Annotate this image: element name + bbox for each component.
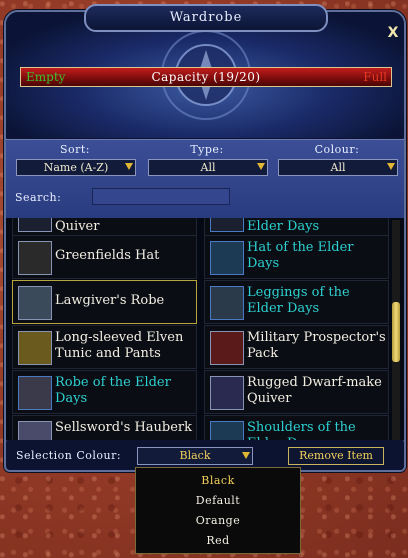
- item-name: Elder Days: [247, 219, 320, 234]
- type-label: Type:: [190, 143, 224, 156]
- item-name: Robe of the Elder Days: [55, 375, 171, 406]
- item-name: Long-sleeved Elven Tunic and Pants: [55, 330, 184, 361]
- bottom-bar: Selection Colour: Black Remove Item: [6, 442, 404, 470]
- search-label: Search:: [15, 191, 62, 204]
- item-name: Greenfields Hat: [55, 248, 160, 263]
- sort-value: Name (A-Z): [43, 161, 109, 174]
- list-item[interactable]: Greenfields Hat: [12, 235, 197, 279]
- list-item[interactable]: Leggings of the Elder Days: [204, 280, 389, 324]
- chevron-down-icon: [257, 163, 265, 170]
- wardrobe-window: Empty Capacity (19/20) Full Sort: Name (…: [4, 10, 406, 472]
- sort-label: Sort:: [59, 143, 91, 156]
- shoulders-icon: [210, 421, 244, 440]
- filter-panel: Sort: Name (A-Z) Type: All Colour: All S…: [6, 139, 404, 218]
- quiver-icon: [210, 376, 244, 410]
- sort-dropdown[interactable]: Name (A-Z): [16, 159, 136, 176]
- chevron-down-icon: [242, 452, 250, 459]
- colour-option-red[interactable]: Red: [136, 531, 300, 551]
- list-item[interactable]: Rugged Dwarf-make Quiver: [204, 370, 389, 414]
- capacity-full-label: Full: [363, 70, 387, 84]
- helm-icon: [210, 241, 244, 275]
- item-name: Shoulders of the Elder Days: [247, 420, 356, 440]
- leggings-icon: [210, 286, 244, 320]
- quiver-icon: [18, 218, 52, 232]
- scrollbar-thumb[interactable]: [392, 302, 400, 362]
- colour-dropdown[interactable]: All: [278, 159, 398, 176]
- chevron-down-icon: [125, 163, 133, 170]
- hauberk-icon: [18, 421, 52, 440]
- selection-colour-menu: Black Default Orange Red: [135, 467, 301, 554]
- item-name: Military Prospector's Pack: [247, 330, 386, 361]
- colour-option-default[interactable]: Default: [136, 491, 300, 511]
- colour-value: All: [330, 161, 346, 174]
- colour-label: Colour:: [314, 143, 360, 156]
- hat-icon: [18, 241, 52, 275]
- window-title: Wardrobe: [84, 4, 328, 32]
- list-item[interactable]: Long-sleeved Elven Tunic and Pants: [12, 325, 197, 369]
- remove-item-button[interactable]: Remove Item: [288, 447, 384, 465]
- robe-icon: [18, 286, 52, 320]
- selection-colour-value: Black: [179, 449, 211, 462]
- list-item[interactable]: Quiver: [12, 218, 197, 236]
- capacity-bar: Empty Capacity (19/20) Full: [20, 67, 392, 87]
- list-item[interactable]: Sellsword's Hauberk: [12, 415, 197, 440]
- item-name: Lawgiver's Robe: [55, 293, 165, 308]
- item-name: Sellsword's Hauberk: [55, 420, 193, 435]
- tunic-icon: [18, 331, 52, 365]
- capacity-text: Capacity (19/20): [151, 70, 261, 84]
- type-value: All: [200, 161, 216, 174]
- item-list: Quiver Elder Days Greenfields Hat Hat of…: [6, 218, 404, 440]
- helm-icon: [210, 218, 244, 232]
- close-icon[interactable]: X: [384, 24, 402, 42]
- item-name: Rugged Dwarf-make Quiver: [247, 375, 382, 406]
- selection-colour-label: Selection Colour:: [16, 449, 122, 462]
- colour-option-black[interactable]: Black: [136, 471, 300, 491]
- item-name: Hat of the Elder Days: [247, 240, 354, 271]
- list-item[interactable]: Elder Days: [204, 218, 389, 236]
- selection-colour-dropdown[interactable]: Black: [137, 447, 253, 465]
- list-item[interactable]: Military Prospector's Pack: [204, 325, 389, 369]
- list-item-selected[interactable]: Lawgiver's Robe: [12, 280, 197, 324]
- search-input[interactable]: [92, 188, 230, 205]
- item-name: Leggings of the Elder Days: [247, 285, 350, 316]
- chevron-down-icon: [387, 163, 395, 170]
- colour-option-orange[interactable]: Orange: [136, 511, 300, 531]
- pack-icon: [210, 331, 244, 365]
- item-name: Quiver: [55, 219, 100, 234]
- list-item[interactable]: Shoulders of the Elder Days: [204, 415, 389, 440]
- list-item[interactable]: Robe of the Elder Days: [12, 370, 197, 414]
- robe-icon: [18, 376, 52, 410]
- type-dropdown[interactable]: All: [148, 159, 268, 176]
- list-item[interactable]: Hat of the Elder Days: [204, 235, 389, 279]
